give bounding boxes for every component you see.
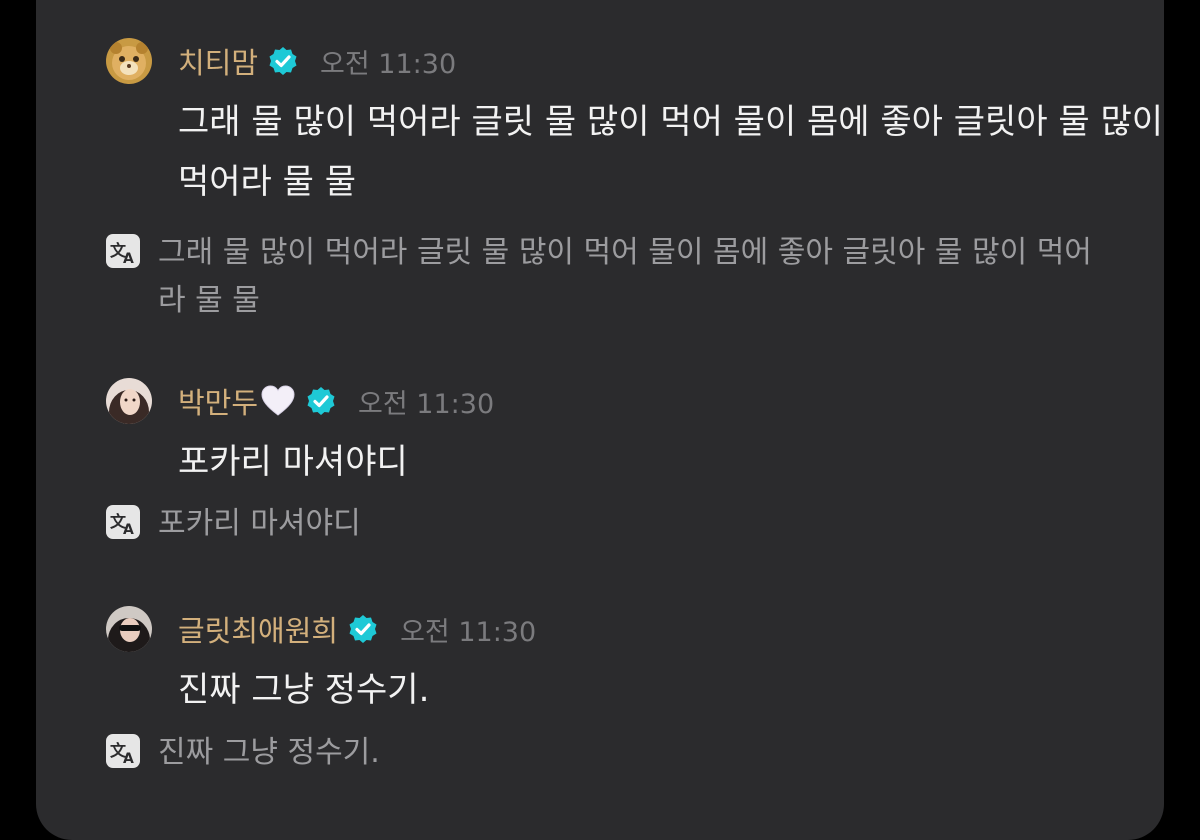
chat-panel: 치티맘 오전 11:30 그래 물 많이 먹어라 글릿 물 많이 먹어 물이 몸… — [36, 0, 1164, 840]
timestamp: 오전 11:30 — [358, 388, 495, 420]
svg-text:A: A — [123, 251, 134, 267]
verified-badge-icon — [307, 387, 335, 415]
verified-badge-icon — [349, 615, 377, 643]
svg-text:A: A — [123, 751, 134, 767]
translation: 文 A 포카리 마셔야디 — [106, 500, 1106, 548]
username[interactable]: 글릿최애원희 — [178, 608, 338, 650]
message-header: 박만두 오전 11:30 — [178, 380, 494, 422]
username[interactable]: 치티맘 — [178, 40, 258, 82]
translation: 文 A 진짜 그냥 정수기. — [106, 729, 1106, 777]
username[interactable]: 박만두 — [178, 380, 258, 422]
avatar[interactable] — [106, 378, 152, 424]
translate-icon[interactable]: 文 A — [106, 734, 140, 768]
timestamp: 오전 11:30 — [400, 616, 537, 648]
message-text: 진짜 그냥 정수기. — [178, 670, 430, 710]
timestamp: 오전 11:30 — [320, 48, 457, 80]
svg-text:A: A — [123, 522, 134, 538]
translate-icon[interactable]: 文 A — [106, 505, 140, 539]
white-heart-emoji-icon — [261, 385, 295, 416]
translate-icon[interactable]: 文 A — [106, 234, 140, 268]
translation: 文 A 그래 물 많이 먹어라 글릿 물 많이 먹어 물이 몸에 좋아 글릿아 … — [106, 229, 1106, 325]
translation-text: 그래 물 많이 먹어라 글릿 물 많이 먹어 물이 몸에 좋아 글릿아 물 많이… — [158, 235, 1092, 318]
message-header: 치티맘 오전 11:30 — [178, 40, 456, 82]
translation-text: 진짜 그냥 정수기. — [158, 735, 380, 770]
avatar[interactable] — [106, 606, 152, 652]
avatar[interactable] — [106, 38, 152, 84]
verified-badge-icon — [269, 47, 297, 75]
message-text: 그래 물 많이 먹어라 글릿 물 많이 먹어 물이 몸에 좋아 글릿아 물 많이… — [178, 102, 1164, 202]
translation-text: 포카리 마셔야디 — [158, 506, 361, 541]
message-header: 글릿최애원희 오전 11:30 — [178, 608, 536, 650]
message-text: 포카리 마셔야디 — [178, 442, 408, 482]
